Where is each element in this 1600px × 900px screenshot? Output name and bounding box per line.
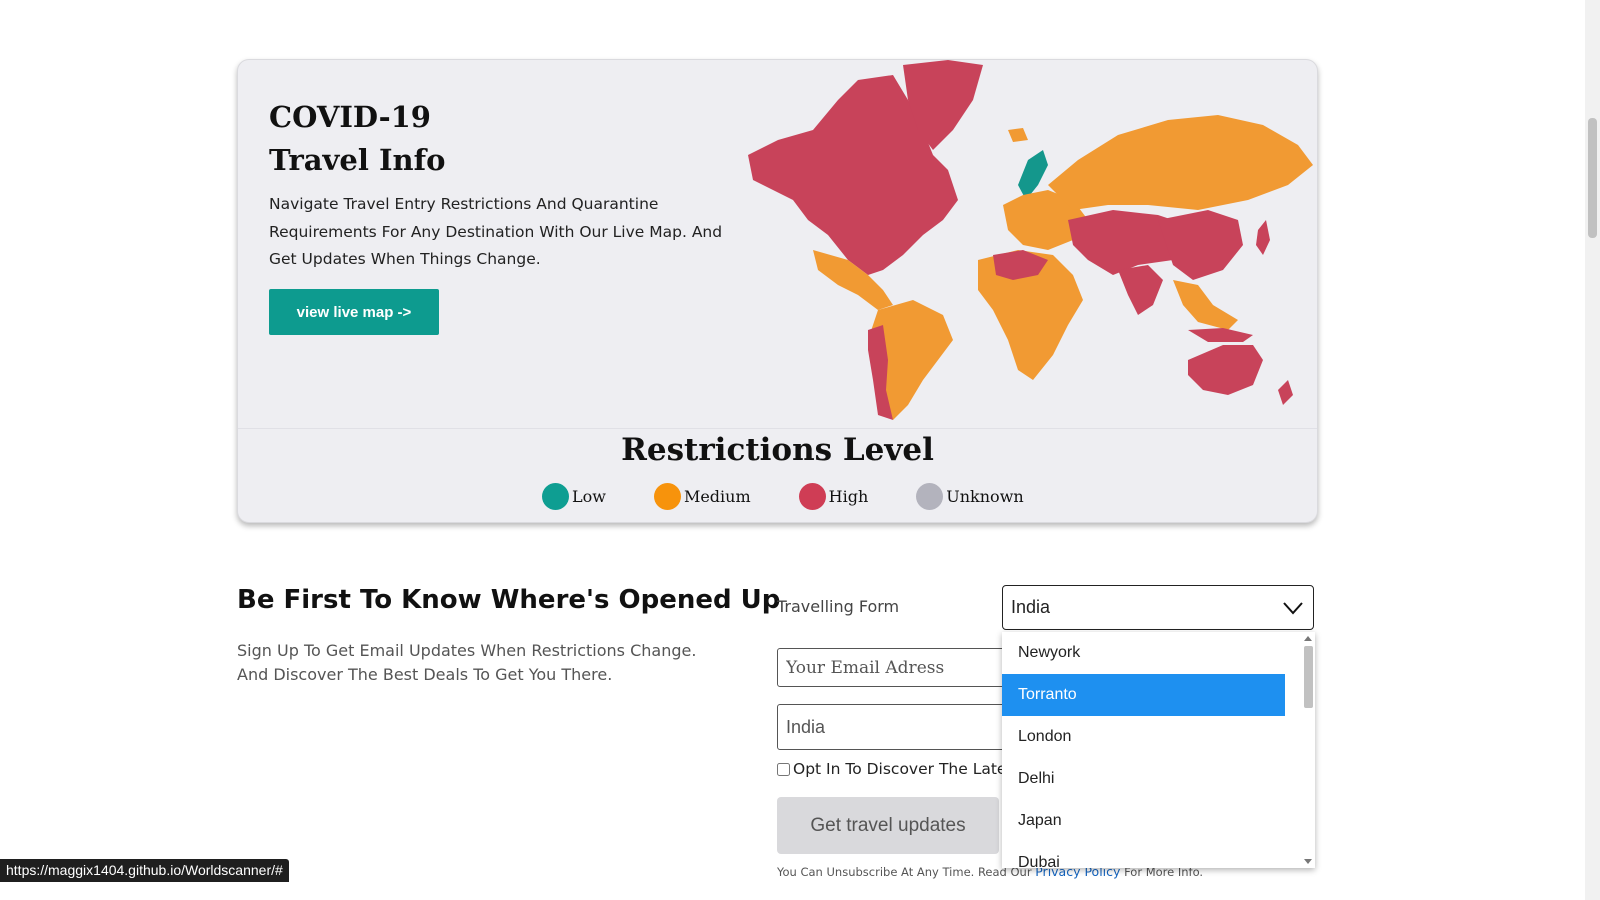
- dropdown-scrollbar[interactable]: [1301, 632, 1315, 868]
- legend-item-medium: Medium: [653, 483, 751, 510]
- select-value: India: [1011, 597, 1051, 617]
- dropdown-option[interactable]: London: [1002, 716, 1285, 758]
- travelling-from-select[interactable]: India: [1002, 585, 1314, 630]
- fine-print-before: You Can Unsubscribe At Any Time. Read Ou…: [777, 865, 1036, 879]
- hero-description: Navigate Travel Entry Restrictions And Q…: [269, 195, 723, 268]
- dropdown-option-highlighted[interactable]: Torranto: [1002, 674, 1285, 716]
- get-travel-updates-button[interactable]: Get travel updates: [777, 797, 999, 854]
- legend-dot-low: [542, 483, 569, 510]
- legend-label-unknown: Unknown: [946, 487, 1024, 506]
- map-japan: [1256, 220, 1270, 255]
- map-indonesia: [1188, 328, 1253, 342]
- optin-label: Opt In To Discover The Latest: [793, 760, 1021, 778]
- page-scrollbar[interactable]: [1585, 0, 1600, 900]
- dropdown-option[interactable]: Delhi: [1002, 758, 1285, 800]
- map-russia: [1048, 115, 1313, 210]
- travelling-from-label: Travelling Form: [777, 597, 900, 616]
- hero-title: COVID-19 Travel Info: [269, 96, 445, 182]
- dropdown-option[interactable]: Dubai: [1002, 842, 1285, 868]
- scroll-up-arrow-icon[interactable]: [1304, 636, 1312, 641]
- legend-label-medium: Medium: [683, 487, 751, 506]
- optin-row[interactable]: Opt In To Discover The Latest: [777, 760, 1021, 778]
- signup-description: Sign Up To Get Email Updates When Restri…: [237, 641, 697, 684]
- page-scrollbar-thumb[interactable]: [1588, 118, 1597, 238]
- travelling-from-input[interactable]: [777, 704, 1017, 750]
- hero-title-line2: Travel Info: [269, 143, 446, 177]
- legend-item-unknown: Unknown: [916, 483, 1024, 510]
- map-east-asia: [1158, 210, 1243, 280]
- legend-items: Low Medium High Unknown: [542, 483, 1072, 510]
- dropdown-option[interactable]: Newyork: [1002, 632, 1285, 674]
- dropdown-scrollbar-thumb[interactable]: [1304, 646, 1313, 708]
- world-map[interactable]: [718, 60, 1318, 428]
- chevron-down-icon: [1283, 602, 1303, 615]
- map-southeast-asia: [1173, 280, 1238, 330]
- scroll-down-arrow-icon[interactable]: [1304, 859, 1312, 864]
- view-live-map-button[interactable]: view live map ->: [269, 289, 439, 335]
- dropdown-option[interactable]: Japan: [1002, 800, 1285, 842]
- hero-title-line1: COVID-19: [269, 100, 431, 134]
- map-new-zealand: [1278, 380, 1293, 405]
- legend-dot-unknown: [916, 483, 944, 510]
- email-input[interactable]: [777, 648, 1017, 687]
- restrictions-legend: Restrictions Level Low Medium High Unkno…: [238, 428, 1317, 522]
- travel-info-card: COVID-19 Travel Info Navigate Travel Ent…: [237, 59, 1318, 523]
- optin-checkbox[interactable]: [777, 762, 790, 776]
- legend-dot-high: [798, 483, 826, 510]
- map-australia: [1188, 345, 1263, 395]
- status-bar-url: https://maggix1404.github.io/Worldscanne…: [0, 859, 289, 882]
- legend-label-low: Low: [572, 487, 606, 506]
- travelling-from-dropdown[interactable]: Newyork Torranto London Delhi Japan Duba…: [1002, 632, 1315, 868]
- legend-item-low: Low: [542, 483, 606, 510]
- signup-title: Be First To Know Where's Opened Up: [237, 585, 781, 615]
- map-india: [1118, 265, 1163, 315]
- legend-label-high: High: [828, 487, 869, 506]
- legend-item-high: High: [798, 483, 869, 510]
- legend-dot-medium: [653, 483, 681, 510]
- legend-title: Restrictions Level: [621, 432, 934, 468]
- map-iceland: [1008, 128, 1028, 142]
